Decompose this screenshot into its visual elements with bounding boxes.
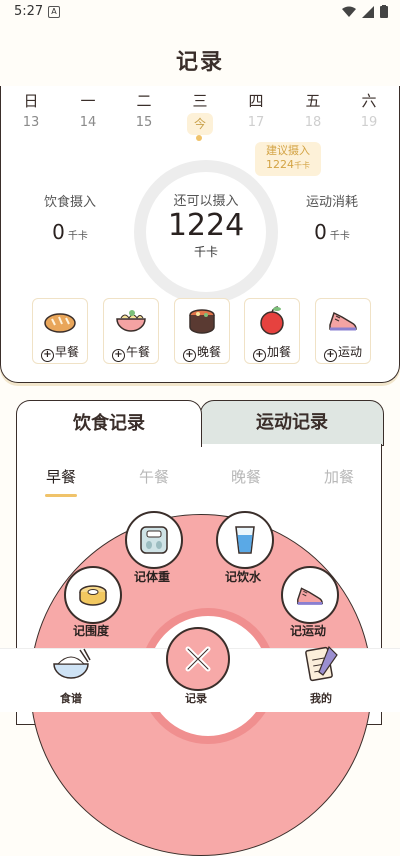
burn-stat: 运动消耗 0 千卡 <box>282 191 382 244</box>
day-sun[interactable]: 日 13 <box>11 90 51 130</box>
scale-icon <box>140 526 168 554</box>
record-girth-label: 记围度 <box>72 624 109 638</box>
add-lunch-button[interactable]: + 午餐 <box>103 298 159 364</box>
close-icon <box>185 646 211 672</box>
add-dinner-button[interactable]: + 晚餐 <box>174 298 230 364</box>
suggested-intake-badge: 建议摄入 1224千卡 <box>255 142 321 176</box>
day-fri[interactable]: 五 18 <box>293 90 333 130</box>
burn-unit: 千卡 <box>329 231 350 242</box>
record-water-label: 记饮水 <box>224 570 261 584</box>
record-weight-label: 记体重 <box>133 570 170 584</box>
intake-stat: 饮食摄入 0 千卡 <box>20 191 120 244</box>
page-title: 记录 <box>175 50 224 75</box>
remaining-label: 还可以摄入 <box>173 194 239 209</box>
add-snack-button[interactable]: + 加餐 <box>244 298 300 364</box>
add-exercise-button[interactable]: + 运动 <box>315 298 371 364</box>
nav-recipes-label[interactable]: 食谱 <box>46 690 96 706</box>
record-girth-button[interactable] <box>64 566 122 624</box>
pot-icon <box>189 309 215 334</box>
battery-icon <box>380 5 388 18</box>
bread-icon <box>44 313 76 333</box>
add-breakfast-button[interactable]: + 早餐 <box>32 298 88 364</box>
suggest-unit: 千卡 <box>294 161 310 170</box>
wifi-icon <box>342 6 356 17</box>
record-exercise-label: 记运动 <box>289 624 326 638</box>
day-wed-today[interactable]: 三今 <box>180 90 220 135</box>
tape-measure-icon <box>79 585 107 606</box>
burn-value: 0 <box>314 220 327 244</box>
today-indicator-dot <box>196 135 202 141</box>
subtab-lunch[interactable]: 午餐 <box>124 466 184 487</box>
suggest-label: 建议摄入 <box>266 144 310 157</box>
subtab-snack[interactable]: 加餐 <box>309 466 369 487</box>
signal-icon <box>362 5 374 18</box>
subtab-breakfast[interactable]: 早餐 <box>31 466 91 487</box>
recipe-bowl-icon[interactable] <box>50 648 92 684</box>
day-mon[interactable]: 一 14 <box>68 90 108 130</box>
noodle-bowl-icon <box>116 310 146 332</box>
tab-diet-record[interactable]: 饮食记录 <box>16 400 202 447</box>
day-sat[interactable]: 六 19 <box>349 90 389 130</box>
record-exercise-button[interactable] <box>281 566 339 624</box>
subtab-active-indicator <box>45 494 77 497</box>
intake-label: 饮食摄入 <box>43 195 96 210</box>
day-thu[interactable]: 四 17 <box>236 90 276 130</box>
sneaker-icon <box>297 587 323 605</box>
record-weight-button[interactable] <box>125 511 183 569</box>
notification-icon: A <box>48 6 60 18</box>
water-glass-icon <box>235 526 255 554</box>
status-time: 5:27 <box>14 4 44 19</box>
notebook-icon[interactable] <box>302 643 342 683</box>
nav-record-label[interactable]: 记录 <box>171 690 221 706</box>
close-record-button[interactable] <box>166 627 230 691</box>
sneaker-icon <box>329 311 357 331</box>
nav-mine-label[interactable]: 我的 <box>296 690 346 706</box>
suggest-value: 1224 <box>266 158 294 171</box>
week-strip: 日 13 一 14 二 15 三今 四 17 五 18 六 19 <box>0 90 400 135</box>
record-water-button[interactable] <box>216 511 274 569</box>
day-tue[interactable]: 二 15 <box>124 90 164 130</box>
apple-icon <box>260 306 284 335</box>
intake-value: 0 <box>52 220 65 244</box>
remaining-value: 1224 <box>167 208 245 243</box>
remaining-unit: 千卡 <box>193 245 218 259</box>
subtab-dinner[interactable]: 晚餐 <box>216 466 276 487</box>
status-bar: 5:27 A <box>0 0 400 24</box>
tab-exercise-record[interactable]: 运动记录 <box>200 400 384 446</box>
intake-unit: 千卡 <box>67 231 88 242</box>
burn-label: 运动消耗 <box>305 195 358 210</box>
